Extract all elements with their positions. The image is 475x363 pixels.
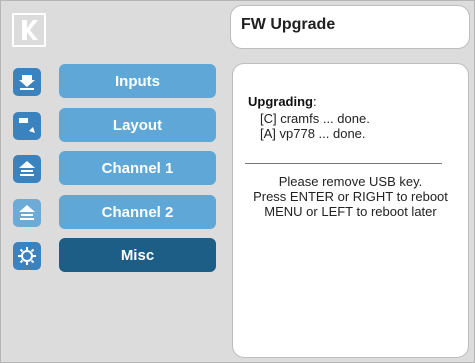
reboot-later-message: MENU or LEFT to reboot later <box>264 204 437 219</box>
upgrade-line-vp778: [A] vp778 ... done. <box>260 126 366 141</box>
inputs-button[interactable]: Inputs <box>59 64 216 98</box>
fw-upgrade-panel: Upgrading: [C] cramfs ... done. [A] vp77… <box>232 63 469 358</box>
reboot-now-message: Press ENTER or RIGHT to reboot <box>253 189 448 204</box>
osd-window: FW Upgrade Inputs Layout Channel 1 Chann… <box>0 0 475 363</box>
channel-1-button[interactable]: Channel 1 <box>59 151 216 185</box>
channel-2-icon <box>13 199 41 227</box>
upgrade-line-cramfs: [C] cramfs ... done. <box>260 111 370 126</box>
kramer-logo <box>12 13 46 47</box>
layout-icon <box>13 112 41 140</box>
layout-button[interactable]: Layout <box>59 108 216 142</box>
input-icon <box>13 68 41 96</box>
title-bar: FW Upgrade <box>230 5 470 49</box>
misc-button[interactable]: Misc <box>59 238 216 272</box>
upgrading-heading: Upgrading: <box>248 94 317 109</box>
remove-usb-message: Please remove USB key. <box>278 174 423 189</box>
page-title: FW Upgrade <box>241 16 336 33</box>
misc-icon <box>13 242 41 270</box>
channel-2-button[interactable]: Channel 2 <box>59 195 216 229</box>
channel-1-icon <box>13 155 41 183</box>
divider <box>245 163 442 164</box>
